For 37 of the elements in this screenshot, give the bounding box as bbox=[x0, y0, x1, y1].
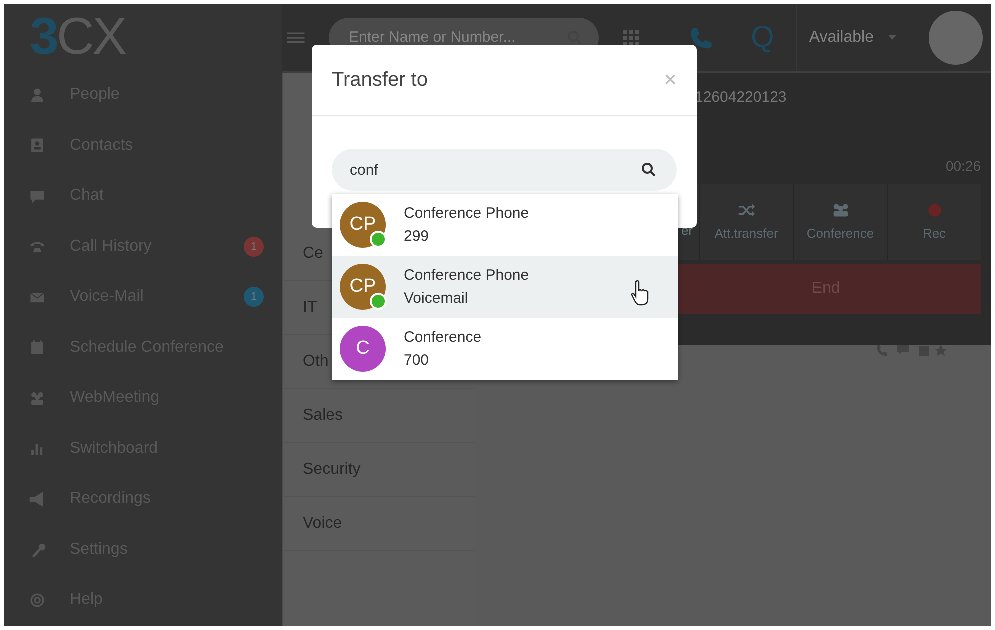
result-name: Conference Phone bbox=[404, 267, 530, 284]
avatar: CP bbox=[340, 202, 386, 248]
avatar: CP bbox=[340, 264, 386, 310]
caller-number: 12604220123 bbox=[694, 89, 788, 106]
record-icon bbox=[926, 203, 944, 218]
count-badge: 1 bbox=[244, 236, 264, 257]
search-icon[interactable] bbox=[641, 162, 657, 178]
close-button[interactable]: × bbox=[664, 67, 677, 93]
lifebuoy-icon bbox=[29, 592, 46, 609]
result-name: Conference bbox=[404, 329, 482, 346]
result-item[interactable]: C Conference 700 bbox=[332, 318, 678, 380]
hand-cursor-icon bbox=[630, 280, 650, 306]
contact-card-icon bbox=[29, 137, 46, 154]
avatar: C bbox=[340, 326, 386, 372]
transfer-search-field[interactable]: conf bbox=[332, 149, 677, 191]
dialpad-icon[interactable] bbox=[623, 30, 639, 46]
shuffle-icon bbox=[738, 203, 756, 218]
count-badge: 1 bbox=[244, 287, 264, 308]
result-detail: Voicemail bbox=[404, 290, 470, 307]
call-action-button[interactable]: Att.transfer bbox=[699, 184, 793, 260]
person-icon bbox=[29, 86, 46, 104]
call-action-button[interactable]: Conference bbox=[793, 184, 887, 260]
result-item[interactable]: CP Conference Phone 299 bbox=[332, 194, 678, 256]
call-action-button[interactable]: Rec bbox=[887, 184, 981, 260]
dialog-title: Transfer to bbox=[332, 68, 428, 92]
phone-icon[interactable] bbox=[689, 26, 713, 50]
search-icon[interactable] bbox=[567, 30, 583, 46]
group-icon bbox=[832, 203, 850, 218]
caret-icon bbox=[888, 35, 897, 40]
status-dropdown[interactable]: Available bbox=[796, 4, 922, 71]
group-icon bbox=[29, 390, 46, 407]
result-detail: 299 bbox=[404, 228, 430, 245]
speaker-icon bbox=[29, 490, 46, 508]
result-detail: 700 bbox=[404, 352, 430, 369]
calendar-icon bbox=[29, 339, 46, 356]
result-item[interactable]: CP Conference Phone Voicemail bbox=[332, 256, 678, 318]
result-name: Conference Phone bbox=[404, 205, 530, 222]
